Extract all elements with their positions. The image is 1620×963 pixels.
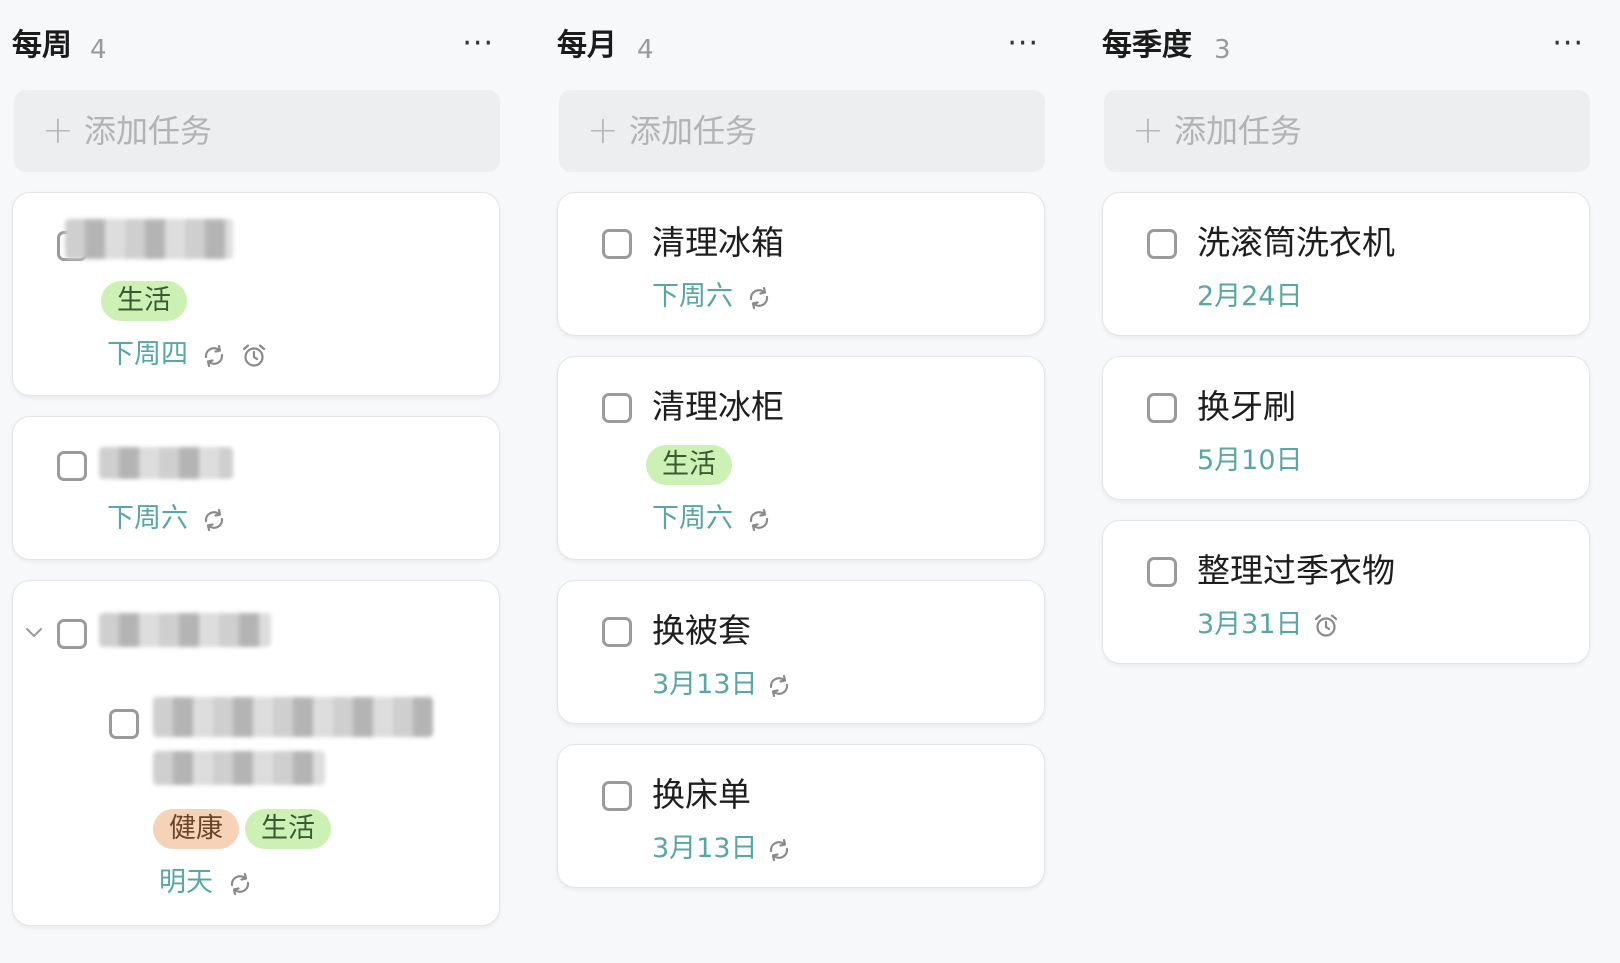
plus-icon: +	[1132, 108, 1164, 152]
add-task-label: 添加任务	[629, 112, 758, 150]
task-card[interactable]: 换床单 3月13日	[557, 744, 1045, 888]
due-date: 3月13日	[652, 669, 758, 700]
add-task-label: 添加任务	[1174, 112, 1303, 150]
redacted-subtask-title	[153, 697, 433, 737]
task-checkbox[interactable]	[602, 781, 632, 811]
task-card[interactable]: 换被套 3月13日	[557, 580, 1045, 724]
more-options-icon[interactable]: ···	[1007, 24, 1039, 64]
task-title: 整理过季衣物	[1197, 551, 1395, 590]
due-date: 5月10日	[1197, 445, 1303, 476]
redacted-subtask-title-line2	[153, 751, 325, 785]
add-task-label: 添加任务	[84, 112, 213, 150]
task-card[interactable]: 下周六	[12, 416, 500, 560]
task-card[interactable]: 生活 下周四	[12, 192, 500, 396]
plus-icon: +	[587, 108, 619, 152]
column-weekly: 每周 4 ··· + 添加任务 生活 下周四 下周六 健康 生活 明天	[12, 0, 502, 963]
due-date: 3月13日	[652, 833, 758, 864]
task-title: 换床单	[652, 775, 751, 814]
repeat-icon	[201, 343, 227, 369]
repeat-icon	[201, 507, 227, 533]
column-quarterly: 每季度 3 ··· + 添加任务 洗滚筒洗衣机 2月24日 换牙刷 5月10日 …	[1102, 0, 1592, 963]
repeat-icon	[766, 673, 792, 699]
add-task-button[interactable]: + 添加任务	[14, 90, 500, 172]
tag-label: 生活	[101, 281, 187, 321]
task-checkbox[interactable]	[1147, 393, 1177, 423]
alarm-icon	[241, 343, 267, 369]
column-header: 每季度 3 ···	[1102, 24, 1592, 70]
more-options-icon[interactable]: ···	[1552, 24, 1584, 64]
column-count: 4	[90, 35, 107, 65]
repeat-icon	[746, 507, 772, 533]
due-date: 3月31日	[1197, 609, 1303, 640]
due-date: 2月24日	[1197, 281, 1303, 312]
task-checkbox[interactable]	[57, 619, 87, 649]
repeat-icon	[766, 837, 792, 863]
tag-label: 生活	[646, 445, 732, 485]
due-date: 下周六	[107, 503, 188, 534]
task-checkbox[interactable]	[57, 451, 87, 481]
column-monthly: 每月 4 ··· + 添加任务 清理冰箱 下周六 清理冰柜 生活 下周六 换被套…	[557, 0, 1047, 963]
task-card[interactable]: 洗滚筒洗衣机 2月24日	[1102, 192, 1590, 336]
due-date: 下周六	[652, 281, 733, 312]
task-checkbox[interactable]	[602, 229, 632, 259]
task-title: 清理冰柜	[652, 387, 784, 426]
column-title: 每月	[557, 28, 617, 63]
task-title: 换被套	[652, 611, 751, 650]
alarm-icon	[1313, 613, 1339, 639]
task-card[interactable]: 清理冰柜 生活 下周六	[557, 356, 1045, 560]
task-card[interactable]: 换牙刷 5月10日	[1102, 356, 1590, 500]
task-title: 换牙刷	[1197, 387, 1296, 426]
task-title: 洗滚筒洗衣机	[1197, 223, 1395, 262]
column-title: 每周	[12, 28, 72, 63]
task-card[interactable]: 清理冰箱 下周六	[557, 192, 1045, 336]
add-task-button[interactable]: + 添加任务	[1104, 90, 1590, 172]
due-date: 下周四	[107, 339, 188, 370]
tag-label: 健康	[153, 809, 239, 849]
task-checkbox[interactable]	[602, 393, 632, 423]
plus-icon: +	[42, 108, 74, 152]
tag-label: 生活	[245, 809, 331, 849]
redacted-task-title	[99, 613, 271, 647]
chevron-down-icon[interactable]	[23, 621, 45, 643]
repeat-icon	[227, 871, 253, 897]
task-card[interactable]: 整理过季衣物 3月31日	[1102, 520, 1590, 664]
column-title: 每季度	[1102, 28, 1192, 63]
redacted-task-title	[99, 447, 233, 479]
task-title: 清理冰箱	[652, 223, 784, 262]
column-header: 每月 4 ···	[557, 24, 1047, 70]
more-options-icon[interactable]: ···	[462, 24, 494, 64]
redacted-task-title	[65, 219, 233, 259]
repeat-icon	[746, 285, 772, 311]
task-card[interactable]: 健康 生活 明天	[12, 580, 500, 926]
task-checkbox[interactable]	[1147, 557, 1177, 587]
task-checkbox[interactable]	[602, 617, 632, 647]
add-task-button[interactable]: + 添加任务	[559, 90, 1045, 172]
column-header: 每周 4 ···	[12, 24, 502, 70]
subtask-checkbox[interactable]	[109, 709, 139, 739]
due-date: 下周六	[652, 503, 733, 534]
column-count: 4	[637, 35, 654, 65]
due-date: 明天	[159, 867, 213, 898]
task-checkbox[interactable]	[1147, 229, 1177, 259]
column-count: 3	[1214, 35, 1231, 65]
